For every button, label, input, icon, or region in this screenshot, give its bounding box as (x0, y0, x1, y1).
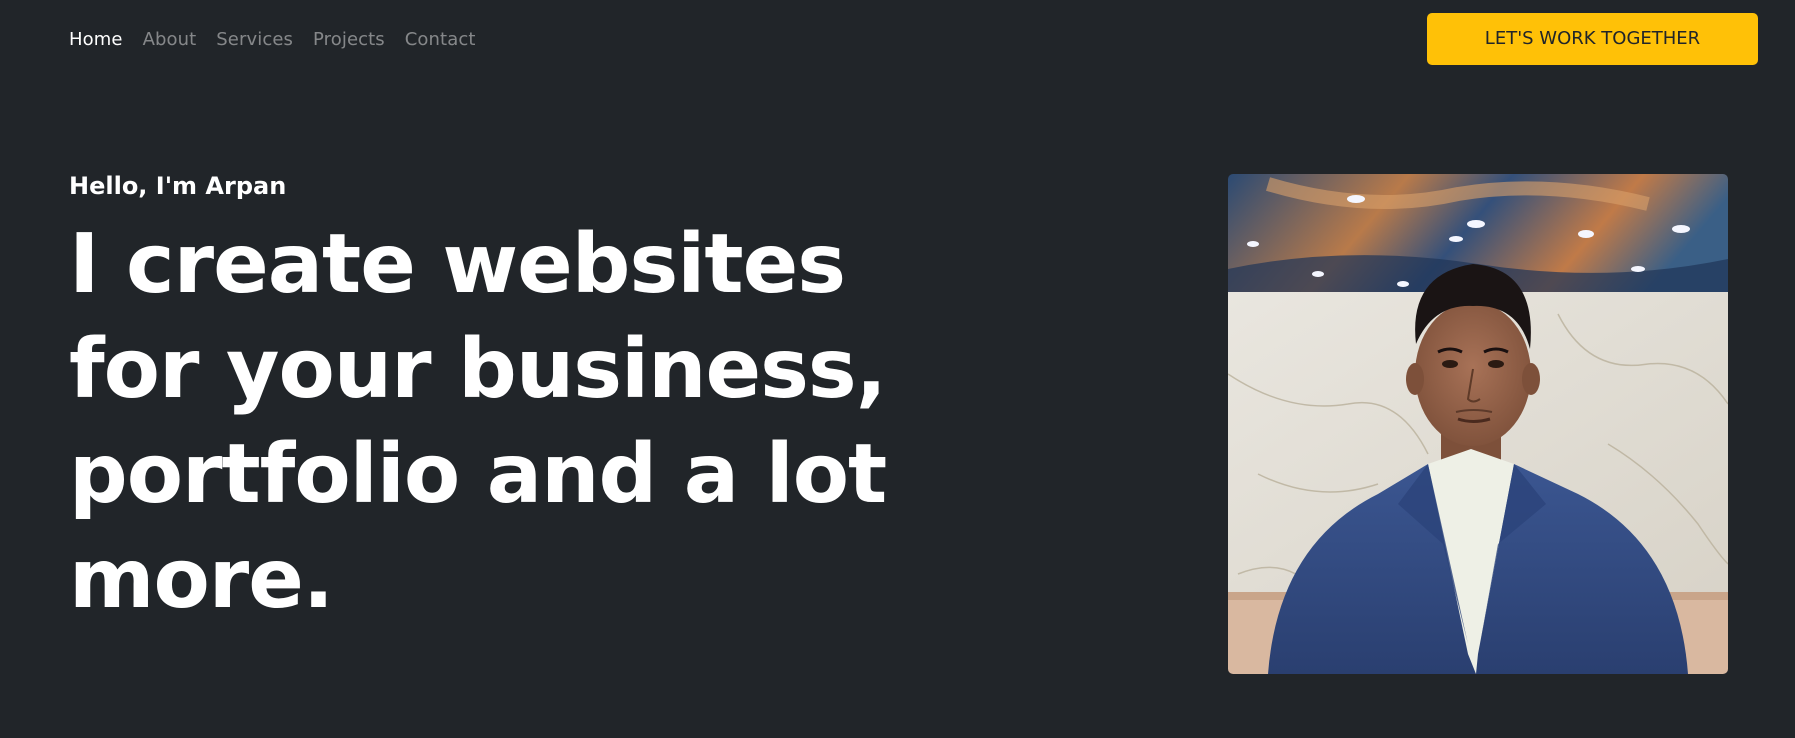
hero-greeting: Hello, I'm Arpan (69, 172, 287, 200)
nav-link-about[interactable]: About (143, 26, 197, 54)
navbar: Home About Services Projects Contact LET… (0, 0, 1795, 80)
nav-link-contact[interactable]: Contact (405, 26, 476, 54)
hero-headline: I create websites for your business, por… (69, 217, 887, 627)
hero-section: Hello, I'm Arpan I create websites for y… (69, 170, 949, 632)
nav-link-home[interactable]: Home (69, 26, 123, 54)
nav-link-services[interactable]: Services (216, 26, 293, 54)
work-together-button[interactable]: LET'S WORK TOGETHER (1427, 13, 1758, 65)
nav-links: Home About Services Projects Contact (69, 26, 475, 54)
portrait-image (1228, 174, 1728, 674)
profile-photo (1228, 174, 1728, 674)
nav-link-projects[interactable]: Projects (313, 26, 385, 54)
